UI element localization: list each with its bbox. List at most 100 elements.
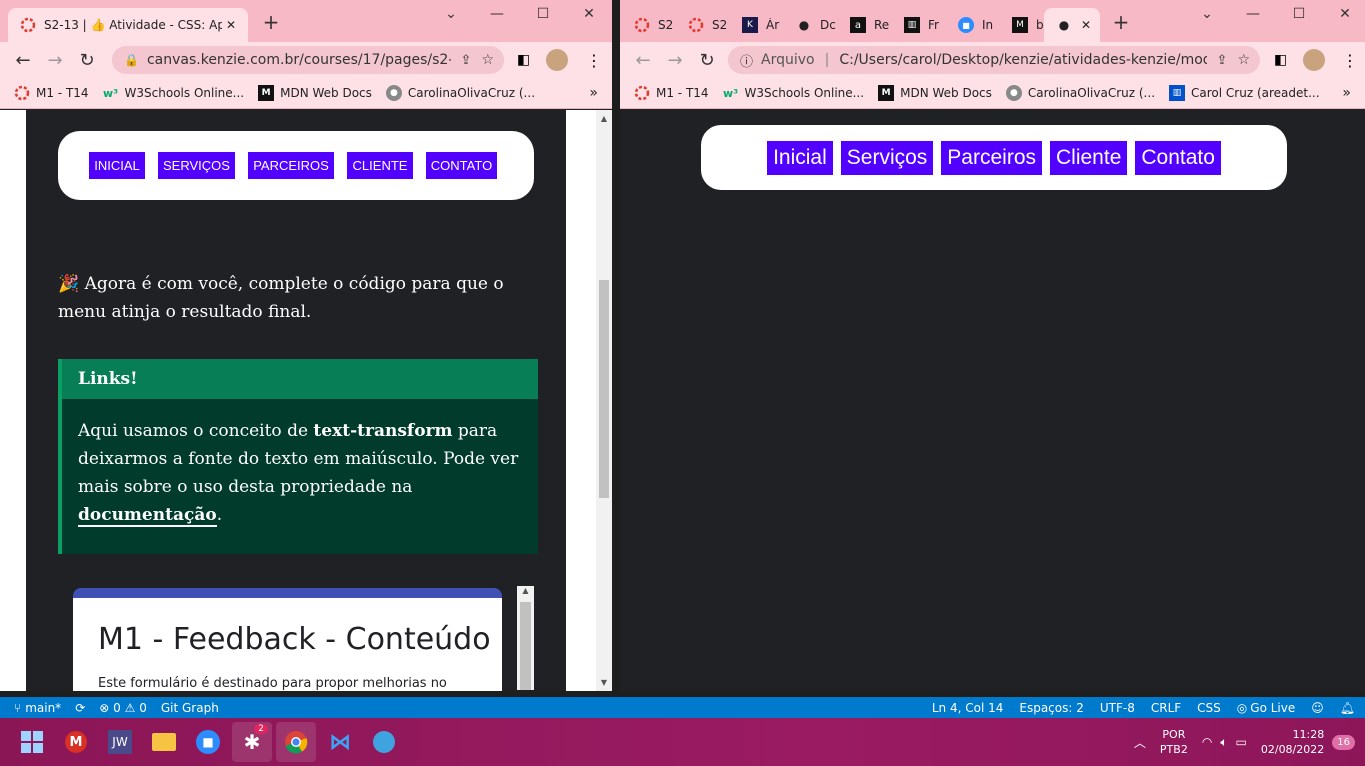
slack-icon[interactable]: ✱ 2 — [232, 722, 272, 762]
file-explorer-icon[interactable] — [144, 722, 184, 762]
bookmark-item[interactable]: ● CarolinaOlivaCruz (... — [1005, 85, 1155, 101]
tab[interactable]: ● Dc — [784, 8, 836, 42]
maximize-icon[interactable]: ☐ — [520, 4, 566, 24]
menu-item-contato[interactable]: Contato — [1135, 140, 1221, 175]
avatar[interactable] — [546, 49, 568, 71]
indentation[interactable]: Espaços: 2 — [1019, 701, 1084, 715]
bookmark-item[interactable]: w³ W3Schools Online... — [103, 85, 244, 101]
bookmark-item[interactable]: w³ W3Schools Online... — [723, 85, 864, 101]
tab[interactable]: ▥ Fr — [892, 8, 944, 42]
zoom-icon[interactable]: ■ — [188, 722, 228, 762]
go-live-button[interactable]: ◎ Go Live — [1237, 701, 1295, 715]
chevron-up-icon[interactable]: ︿ — [1134, 734, 1146, 751]
bookmark-item[interactable]: M1 - T14 — [14, 85, 89, 101]
language-indicator[interactable]: POR PTB2 — [1160, 727, 1188, 757]
back-icon[interactable]: ← — [8, 50, 38, 71]
embed-scrollbar[interactable]: ▲ — [517, 586, 534, 690]
tab[interactable]: S2 — [676, 8, 728, 42]
menu-item-inicial[interactable]: Inicial — [767, 140, 833, 175]
menu-dots-icon[interactable]: ⋮ — [586, 51, 602, 70]
forward-icon[interactable]: → — [660, 50, 690, 71]
avatar[interactable] — [1303, 49, 1325, 71]
tab-active[interactable]: S2-13 | 👍 Atividade - CSS: Aplic ✕ — [8, 8, 248, 42]
close-icon[interactable]: ✕ — [1322, 4, 1365, 24]
chevron-down-icon[interactable]: ⌄ — [1184, 4, 1230, 24]
tab[interactable]: K Ár — [730, 8, 782, 42]
chevron-down-icon[interactable]: ⌄ — [428, 4, 474, 24]
new-tab-button[interactable]: + — [258, 10, 284, 34]
form-title: M1 - Feedback - Conteúdo — [98, 622, 491, 657]
sidepanel-icon[interactable]: ◧ — [517, 52, 530, 68]
scrollbar-thumb[interactable] — [599, 280, 609, 498]
address-bar[interactable]: 🔒 canvas.kenzie.com.br/courses/17/pages/… — [112, 46, 504, 74]
gmail-icon[interactable]: M — [56, 722, 96, 762]
bookmark-item[interactable]: ▥ Carol Cruz (areadet... — [1169, 85, 1320, 101]
tab[interactable]: ■ In — [946, 8, 998, 42]
menu-item-parceiros[interactable]: PARCEIROS — [248, 152, 334, 179]
browser-toolbar: ← → ↻ ⓘ Arquivo | C:/Users/carol/Desktop… — [620, 42, 1365, 78]
vscode-icon[interactable]: ⋈ — [320, 722, 360, 762]
address-bar[interactable]: ⓘ Arquivo | C:/Users/carol/Desktop/kenzi… — [728, 46, 1260, 74]
reload-icon[interactable]: ↻ — [72, 50, 102, 71]
menu-dots-icon[interactable]: ⋮ — [1342, 51, 1358, 70]
battery-icon[interactable]: ▭ — [1236, 735, 1247, 749]
windows-start-icon[interactable] — [12, 722, 52, 762]
back-icon[interactable]: ← — [628, 50, 658, 71]
close-icon[interactable]: ✕ — [222, 18, 240, 32]
forward-icon[interactable]: → — [40, 50, 70, 71]
star-icon[interactable]: ☆ — [1237, 52, 1250, 68]
scroll-up-icon[interactable]: ▲ — [596, 114, 612, 123]
new-tab-button[interactable]: + — [1108, 10, 1134, 34]
volume-icon[interactable]: 🔈︎ — [1220, 735, 1227, 750]
share-icon[interactable]: ⇪ — [1217, 53, 1228, 68]
reload-icon[interactable]: ↻ — [692, 50, 722, 71]
paint-icon[interactable] — [364, 722, 404, 762]
close-icon[interactable]: ✕ — [566, 4, 612, 24]
branch-indicator[interactable]: ⑂ main* — [14, 701, 61, 715]
globe-icon: ● — [798, 18, 810, 32]
documentation-link[interactable]: documentação — [78, 505, 217, 527]
url-scheme: Arquivo — [761, 52, 815, 68]
encoding[interactable]: UTF-8 — [1100, 701, 1135, 715]
share-icon[interactable]: ⇪ — [461, 53, 472, 68]
scrollbar[interactable]: ▲ ▼ — [596, 110, 612, 691]
menu-item-parceiros[interactable]: Parceiros — [941, 140, 1042, 175]
tab[interactable]: S2 — [622, 8, 674, 42]
sidepanel-icon[interactable]: ◧ — [1274, 52, 1287, 68]
wifi-icon[interactable]: ◠ — [1202, 735, 1212, 749]
menu-item-servicos[interactable]: SERVIÇOS — [158, 152, 235, 179]
menu-item-servicos[interactable]: Serviços — [840, 140, 934, 175]
close-icon[interactable]: ✕ — [1080, 18, 1092, 32]
clock[interactable]: 11:28 02/08/2022 — [1261, 727, 1324, 757]
menu-item-inicial[interactable]: INICIAL — [89, 152, 145, 179]
chrome-icon[interactable] — [276, 722, 316, 762]
feedback-icon[interactable]: ☺ — [1311, 701, 1324, 715]
scroll-down-icon[interactable]: ▼ — [596, 678, 612, 687]
bookmarks-more-icon[interactable]: » — [1342, 85, 1351, 101]
git-graph-button[interactable]: Git Graph — [161, 701, 219, 715]
jw-icon[interactable]: JW — [100, 722, 140, 762]
language-mode[interactable]: CSS — [1197, 701, 1221, 715]
sync-icon[interactable]: ⟳ — [75, 701, 85, 715]
scroll-up-icon[interactable]: ▲ — [517, 586, 534, 595]
tab[interactable]: a Re — [838, 8, 890, 42]
star-icon[interactable]: ☆ — [481, 52, 494, 68]
problems-indicator[interactable]: ⊗ 0 ⚠ 0 — [99, 701, 147, 715]
bell-icon[interactable]: 🔔︎ — [1340, 701, 1355, 715]
bookmark-item[interactable]: M MDN Web Docs — [878, 85, 992, 101]
minimize-icon[interactable]: — — [474, 4, 520, 24]
cursor-position[interactable]: Ln 4, Col 14 — [932, 701, 1004, 715]
menu-item-cliente[interactable]: Cliente — [1050, 140, 1128, 175]
maximize-icon[interactable]: ☐ — [1276, 4, 1322, 24]
bookmark-item[interactable]: M MDN Web Docs — [258, 85, 372, 101]
menu-item-cliente[interactable]: CLIENTE — [347, 152, 413, 179]
minimize-icon[interactable]: — — [1230, 4, 1276, 24]
tab-active[interactable]: ● ✕ — [1044, 8, 1100, 42]
bookmark-item[interactable]: ● CarolinaOlivaCruz (... — [385, 85, 535, 101]
bookmarks-more-icon[interactable]: » — [589, 85, 598, 101]
bookmark-item[interactable]: M1 - T14 — [634, 85, 709, 101]
end-of-line[interactable]: CRLF — [1151, 701, 1181, 715]
scrollbar-thumb[interactable] — [520, 602, 531, 690]
menu-item-contato[interactable]: CONTATO — [426, 152, 497, 179]
notification-badge[interactable]: 16 — [1332, 734, 1355, 750]
